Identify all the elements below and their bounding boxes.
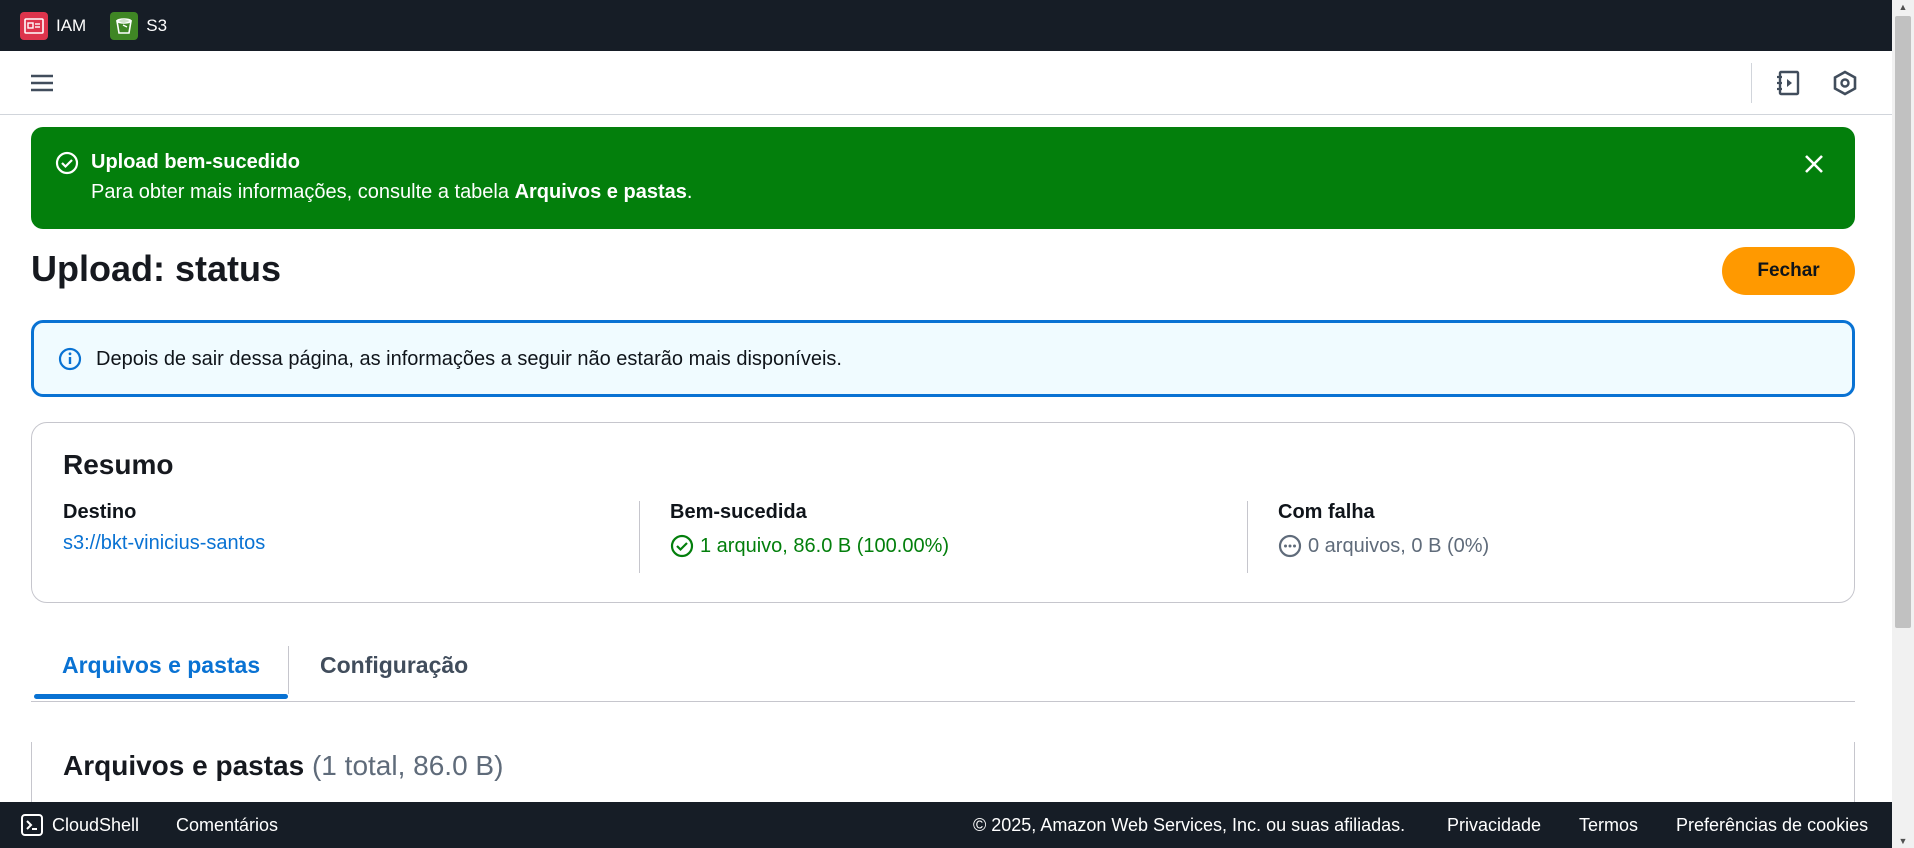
terms-link[interactable]: Termos <box>1579 815 1638 836</box>
tab-list: Arquivos e pastas Configuração <box>31 640 1855 702</box>
files-section-heading: Arquivos e pastas <box>63 750 305 781</box>
files-section: Arquivos e pastas (1 total, 86.0 B) <box>31 742 1855 802</box>
service-iam-label: IAM <box>56 15 87 35</box>
succeeded-column: Bem-sucedida 1 arquivo, 86.0 B (100.00%) <box>670 501 949 575</box>
menu-icon[interactable] <box>28 71 56 95</box>
settings-hexagon-icon[interactable] <box>1830 68 1860 98</box>
scrollbar-thumb[interactable] <box>1895 16 1911 628</box>
close-icon[interactable] <box>1801 151 1827 177</box>
info-alert: Depois de sair dessa página, as informaç… <box>31 320 1855 397</box>
succeeded-label: Bem-sucedida <box>670 501 807 523</box>
tab-configuration[interactable]: Configuração <box>320 652 468 679</box>
files-section-title: Arquivos e pastas (1 total, 86.0 B) <box>63 750 503 782</box>
cloudshell-button[interactable]: CloudShell <box>20 813 139 837</box>
summary-card: Resumo Destino s3://bkt-vinicius-santos … <box>31 422 1855 603</box>
flash-message-link-text: Arquivos e pastas <box>514 181 687 203</box>
flash-title: Upload bem-sucedido <box>91 151 300 173</box>
flash-message-end: . <box>686 181 693 203</box>
ellipsis-circle-icon <box>1278 534 1302 558</box>
failed-label: Com falha <box>1278 501 1375 523</box>
service-iam[interactable]: IAM <box>20 11 87 40</box>
failed-column: Com falha 0 arquivos, 0 B (0%) <box>1278 501 1489 575</box>
scroll-up-icon[interactable]: ▲ <box>1892 0 1914 14</box>
iam-icon <box>20 11 48 40</box>
failed-status: 0 arquivos, 0 B (0%) <box>1278 534 1489 558</box>
cloudshell-label: CloudShell <box>52 814 140 835</box>
s3-bucket-icon <box>110 11 139 40</box>
cookie-preferences-link[interactable]: Preferências de cookies <box>1676 815 1868 836</box>
succeeded-status: 1 arquivo, 86.0 B (100.00%) <box>670 534 949 558</box>
page-title: Upload: status <box>31 248 282 289</box>
service-s3[interactable]: S3 <box>110 11 168 40</box>
tab-divider <box>288 646 289 694</box>
console-footer: CloudShell Comentários © 2025, Amazon We… <box>0 802 1892 848</box>
destination-label: Destino <box>63 501 137 523</box>
service-bar: IAM S3 <box>0 0 1892 51</box>
column-divider <box>1247 501 1248 573</box>
info-alert-text: Depois de sair dessa página, as informaç… <box>96 348 842 370</box>
info-icon <box>58 347 82 371</box>
active-tab-indicator <box>34 694 288 699</box>
close-button[interactable]: Fechar <box>1722 247 1855 295</box>
succeeded-value: 1 arquivo, 86.0 B (100.00%) <box>700 534 950 557</box>
success-flash-banner: Upload bem-sucedido Para obter mais info… <box>31 127 1855 229</box>
nav-divider <box>1751 63 1752 103</box>
files-section-count: (1 total, 86.0 B) <box>311 750 504 781</box>
success-check-icon <box>670 534 694 558</box>
column-divider <box>639 501 640 573</box>
notes-icon[interactable] <box>1774 68 1804 98</box>
destination-link[interactable]: s3://bkt-vinicius-santos <box>63 532 265 555</box>
terminal-icon <box>21 814 43 836</box>
copyright-text: © 2025, Amazon Web Services, Inc. ou sua… <box>973 815 1406 835</box>
navigation-bar <box>0 51 1892 115</box>
flash-message: Para obter mais informações, consulte a … <box>91 181 692 204</box>
failed-value: 0 arquivos, 0 B (0%) <box>1308 534 1490 557</box>
vertical-scrollbar[interactable]: ▲ ▼ <box>1892 0 1914 848</box>
service-s3-label: S3 <box>146 15 168 35</box>
check-circle-icon <box>55 151 79 175</box>
comments-link[interactable]: Comentários <box>176 815 278 836</box>
privacy-link[interactable]: Privacidade <box>1447 815 1541 836</box>
destination-column: Destino s3://bkt-vinicius-santos <box>63 501 265 575</box>
tab-files-and-folders[interactable]: Arquivos e pastas <box>62 652 260 679</box>
flash-message-text: Para obter mais informações, consulte a … <box>91 181 515 203</box>
summary-title: Resumo <box>63 449 174 480</box>
scroll-down-icon[interactable]: ▼ <box>1892 834 1914 848</box>
